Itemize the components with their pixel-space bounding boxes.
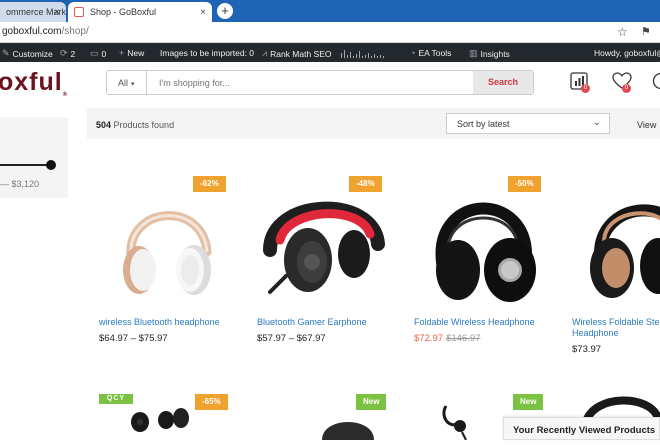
products-count: 504 Products found — [96, 120, 174, 130]
product-title[interactable]: Wireless Foldable Ste — [572, 317, 660, 327]
ea-tools-link[interactable]: ◔EA Tools — [410, 48, 451, 58]
customize-link[interactable]: ✎Customize — [2, 48, 53, 59]
product-title[interactable]: wireless Bluetooth headphone — [99, 317, 220, 327]
bar-chart-icon: ▥ — [469, 48, 478, 59]
browser-tab-bar: ommerce Mark × Shop - GoBoxful × + — [0, 0, 660, 22]
recently-viewed-panel[interactable]: Your Recently Viewed Products — [503, 417, 660, 440]
chevron-down-icon: ⌄ — [593, 117, 601, 128]
wishlist-count-badge: 0 — [622, 84, 631, 93]
product-price: $73.97 — [572, 344, 601, 355]
product-title[interactable]: Foldable Wireless Headphone — [414, 317, 535, 327]
new-badge: New — [513, 394, 543, 410]
product-image[interactable] — [126, 404, 196, 440]
discount-badge: -50% — [508, 176, 541, 192]
comments-link[interactable]: ▭0 — [90, 48, 106, 59]
product-search: All▾ Search — [106, 70, 534, 95]
product-image[interactable] — [99, 178, 234, 306]
tab-title: Shop - GoBoxful — [90, 7, 156, 17]
new-badge: New — [356, 394, 386, 410]
page-icon — [74, 7, 84, 17]
star-icon[interactable]: ☆ — [617, 25, 628, 39]
extension-icon[interactable]: ⚑ — [641, 25, 651, 38]
images-import-link[interactable]: Images to be imported: 0 — [160, 48, 254, 58]
discount-badge: -65% — [195, 394, 228, 410]
view-toggle[interactable]: View — [637, 120, 656, 130]
product-title[interactable]: Bluetooth Gamer Earphone — [257, 317, 367, 327]
compare-icon[interactable]: 0 — [570, 72, 588, 90]
price-slider-track[interactable] — [0, 164, 50, 166]
site-logo[interactable]: oxful® — [0, 68, 68, 98]
product-price: $57.97 – $67.97 — [257, 333, 326, 344]
product-image[interactable] — [438, 398, 478, 440]
product-price: $64.97 – $75.97 — [99, 333, 168, 344]
product-image[interactable] — [418, 182, 548, 306]
brush-icon: ✎ — [2, 48, 10, 59]
address-bar[interactable]: goboxful.com/shop/ ☆ ⚑ — [0, 22, 660, 43]
admin-bar: ✎Customize ⟳2 ▭0 +New Images to be impor… — [0, 43, 660, 62]
product-price: $72.97$146.97 — [414, 333, 480, 344]
plus-icon: + — [119, 48, 124, 58]
product-title-line2[interactable]: Headphone — [572, 328, 619, 338]
close-icon[interactable]: × — [54, 7, 60, 18]
discount-badge: -48% — [349, 176, 382, 192]
brand-logo: QCY — [99, 394, 133, 404]
search-input[interactable] — [159, 78, 459, 88]
rankmath-icon: ⩘ — [262, 48, 267, 59]
howdy-user[interactable]: Howdy, goboxful@ — [594, 48, 660, 58]
compare-count-badge: 0 — [581, 84, 590, 93]
price-range-label: — $3,120 — [0, 179, 39, 189]
traffic-sparkline — [340, 47, 390, 58]
product-image[interactable] — [256, 180, 386, 306]
dashboard-icon: ◔ — [410, 48, 415, 58]
new-link[interactable]: +New — [119, 48, 144, 58]
price-slider-handle[interactable] — [46, 160, 56, 170]
new-tab-button[interactable]: + — [217, 3, 233, 19]
refresh-icon: ⟳ — [60, 48, 68, 59]
insights-link[interactable]: ▥Insights — [469, 48, 510, 59]
wishlist-icon[interactable]: 0 — [612, 72, 630, 90]
tab-shop[interactable]: Shop - GoBoxful × — [68, 2, 212, 22]
cart-icon[interactable] — [652, 72, 660, 90]
search-category-select[interactable]: All▾ — [107, 71, 147, 94]
sort-select[interactable]: Sort by latest⌄ — [446, 113, 610, 134]
rankmath-link[interactable]: ⩘Rank Math SEO — [262, 48, 332, 59]
product-image[interactable] — [570, 180, 660, 306]
product-image[interactable] — [318, 408, 378, 440]
tab-woocommerce[interactable]: ommerce Mark × — [0, 2, 66, 22]
comment-icon: ▭ — [90, 48, 99, 59]
updates-link[interactable]: ⟳2 — [60, 48, 75, 59]
discount-badge: -62% — [193, 176, 226, 192]
search-button[interactable]: Search — [473, 71, 533, 94]
close-icon[interactable]: × — [200, 7, 206, 18]
chevron-down-icon: ▾ — [131, 81, 135, 88]
sparkline-icon — [340, 47, 390, 58]
url-text[interactable]: goboxful.com/shop/ — [2, 26, 89, 37]
